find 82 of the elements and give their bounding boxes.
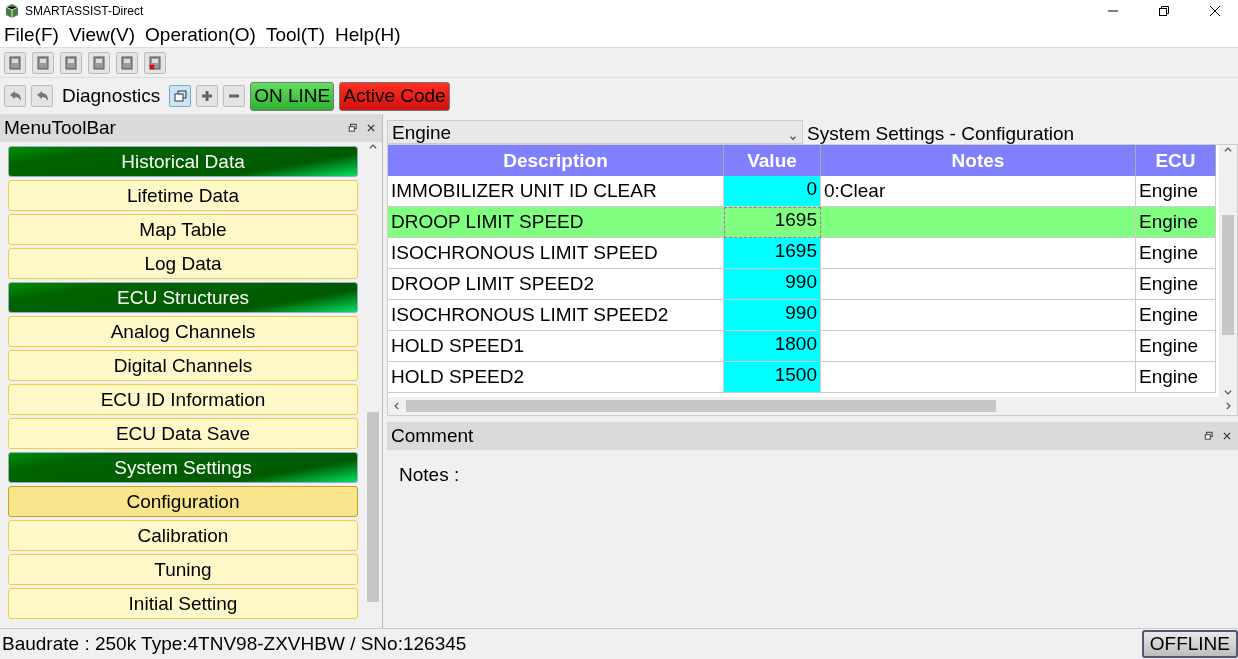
toolbar-button[interactable] [60, 51, 82, 74]
table-cell: 990 [724, 269, 821, 300]
menu-item[interactable]: View(V) [68, 23, 136, 46]
document-icon [35, 54, 51, 71]
table-cell: 990 [724, 300, 821, 331]
table-cell: Engine [1136, 238, 1216, 269]
table-cell: DROOP LIMIT SPEED [388, 207, 724, 238]
scrollbar-thumb[interactable] [1222, 215, 1234, 335]
scroll-up-icon [1223, 145, 1233, 155]
scroll-right-icon [1223, 401, 1233, 411]
ecu-dropdown[interactable]: Engine [387, 120, 803, 144]
table-cell: HOLD SPEED1 [388, 331, 724, 362]
scroll-up-icon [368, 142, 378, 152]
menu-item[interactable]: Operation(O) [145, 23, 256, 46]
toolbar-button[interactable] [88, 51, 110, 74]
table-cell: 1800 [724, 331, 821, 362]
page-title: System Settings - Configuration [807, 124, 1075, 144]
menu-button[interactable]: Analog Channels [8, 316, 358, 347]
table-cell: IMMOBILIZER UNIT ID CLEAR [388, 176, 724, 207]
float-icon [348, 123, 358, 133]
document-icon [91, 54, 107, 71]
menu-button[interactable]: Calibration [8, 520, 358, 551]
float-icon [1204, 431, 1214, 441]
menu-item[interactable]: Tool(T) [265, 23, 326, 46]
close-icon [1222, 431, 1232, 441]
windows-icon [172, 88, 189, 104]
add-button[interactable] [196, 85, 219, 107]
active-code-button[interactable]: Active Code [339, 81, 450, 111]
online-button[interactable]: ON LINE [250, 81, 335, 111]
window-title: SMARTASSIST-Direct [25, 4, 145, 18]
close-icon [366, 123, 376, 133]
menu-button[interactable]: Map Table [8, 214, 358, 245]
table-cell: ISOCHRONOUS LIMIT SPEED [388, 238, 724, 269]
toolbar-button[interactable] [4, 51, 26, 74]
table-cell: Engine [1136, 331, 1216, 362]
offline-button[interactable]: OFFLINE [1141, 630, 1238, 658]
table-cell: Engine [1136, 362, 1216, 393]
table-cell: DROOP LIMIT SPEED2 [388, 269, 724, 300]
table-cell: 1695 [724, 207, 821, 238]
table-cell: Engine [1136, 269, 1216, 300]
menu-item[interactable]: Help(H) [335, 23, 401, 46]
minus-button[interactable] [223, 85, 246, 107]
toolbar-button[interactable] [32, 51, 54, 74]
menu-button[interactable]: Lifetime Data [8, 180, 358, 211]
panel-title: MenuToolBar [4, 117, 117, 139]
menu-button[interactable]: Tuning [8, 554, 358, 585]
disconnect-icon [147, 54, 163, 71]
scrollbar-thumb[interactable] [367, 412, 379, 602]
menu-button[interactable]: ECU ID Information [8, 384, 358, 415]
table-cell: Engine [1136, 207, 1216, 238]
menu-button[interactable]: Digital Channels [8, 350, 358, 381]
status-text: Baudrate : 250k Type:4TNV98-ZXVHBW / SNo:126345 [2, 633, 467, 655]
menu-item[interactable]: File(F) [4, 23, 59, 46]
scrollbar-thumb[interactable] [406, 400, 996, 412]
undo-button[interactable] [31, 85, 53, 107]
menu-button[interactable]: ECU Data Save [8, 418, 358, 449]
window-button[interactable] [169, 85, 192, 107]
panel-title: Comment [391, 425, 475, 447]
table-cell: 1695 [724, 238, 821, 269]
table-cell: 0:Clear [821, 176, 1136, 207]
undo-button[interactable] [4, 85, 26, 107]
table-cell: Engine [1136, 300, 1216, 331]
menu-button[interactable]: Initial Setting [8, 588, 358, 619]
menu-button[interactable]: Log Data [8, 248, 358, 279]
table-cell: 0 [724, 176, 821, 207]
section-header[interactable]: Historical Data [8, 146, 358, 177]
close-icon [1210, 6, 1220, 16]
table-cell: ISOCHRONOUS LIMIT SPEED2 [388, 300, 724, 331]
diagnostics-label: Diagnostics [62, 85, 161, 107]
toolbar-button[interactable] [144, 51, 166, 74]
menu-button[interactable]: Configuration [8, 486, 358, 517]
restore-icon [1159, 6, 1169, 16]
section-header[interactable]: System Settings [8, 452, 358, 483]
section-header[interactable]: ECU Structures [8, 282, 358, 313]
table-cell: 1500 [724, 362, 821, 393]
notes-label: Notes : [399, 464, 461, 486]
scroll-down-icon [1223, 387, 1233, 397]
table-cell: HOLD SPEED2 [388, 362, 724, 393]
table-cell: Engine [1136, 176, 1216, 207]
toolbar-button[interactable] [116, 51, 138, 74]
scroll-left-icon [392, 401, 402, 411]
app-icon [4, 3, 20, 19]
